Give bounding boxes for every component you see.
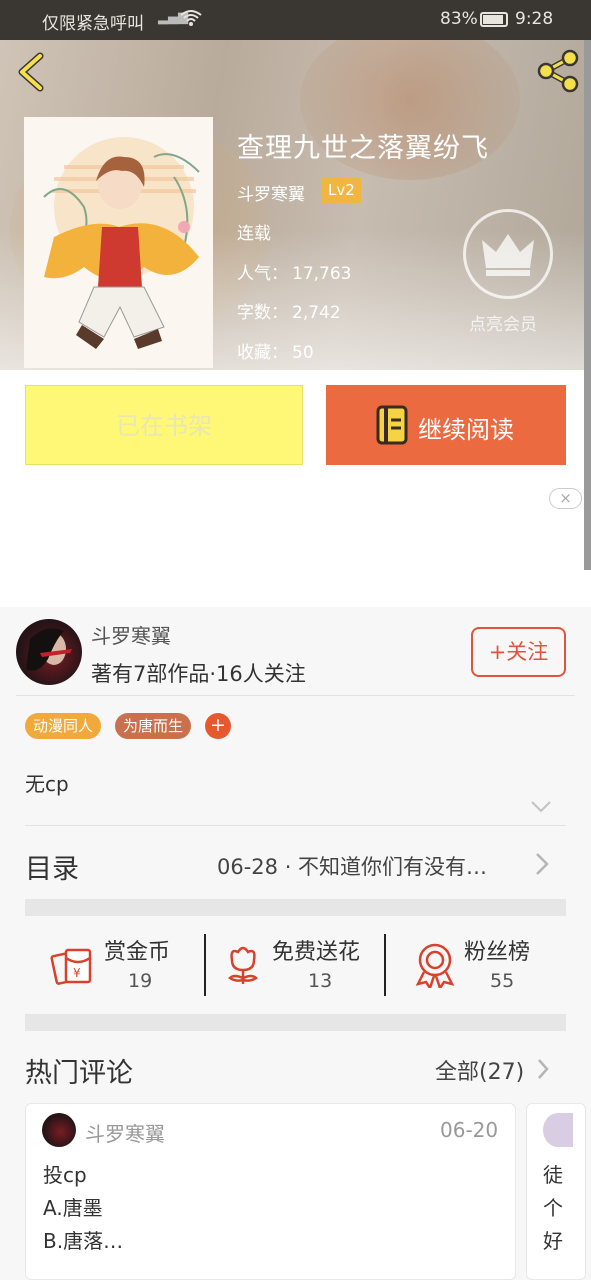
comment-text-line: 投cp	[43, 1163, 87, 1187]
section-separator	[25, 899, 566, 916]
ad-banner-area	[0, 482, 584, 607]
book-title: 查理九世之落翼纷飞	[237, 133, 489, 164]
comment-text-line: 好	[543, 1229, 563, 1253]
book-status: 连载	[237, 224, 271, 244]
comment-user-avatar[interactable]	[543, 1113, 573, 1147]
book-icon	[376, 405, 408, 445]
author-level-badge: Lv2	[322, 178, 361, 203]
svg-text:¥: ¥	[73, 966, 81, 980]
send-flower-label: 免费送花	[272, 940, 361, 965]
fan-ranking-label: 粉丝榜	[464, 940, 531, 965]
book-description: 无cp	[25, 772, 69, 796]
comment-date: 06-20	[440, 1118, 499, 1142]
book-author[interactable]: 斗罗寒翼	[237, 180, 305, 205]
fan-ranking-value: 55	[490, 970, 515, 992]
hot-comments-title: 热门评论	[25, 1058, 133, 1089]
author-avatar[interactable]	[16, 619, 82, 685]
favorites-label: 收藏：	[237, 343, 288, 363]
comment-user-name[interactable]: 斗罗寒翼	[85, 1118, 165, 1147]
back-arrow-icon[interactable]	[12, 50, 52, 94]
stat-divider	[384, 934, 386, 996]
tag-label: 为唐而生	[123, 717, 184, 735]
send-flower-value: 13	[308, 970, 333, 992]
tag-chip[interactable]: 为唐而生	[115, 713, 192, 739]
book-word-count: 字数： 2,742	[237, 298, 341, 323]
toc-title[interactable]: 目录	[25, 847, 79, 886]
reward-coins-button[interactable]: ¥ 赏金币 19	[50, 934, 190, 998]
popularity-label: 人气：	[237, 264, 288, 284]
divider	[16, 695, 575, 696]
tag-label: 动漫同人	[33, 717, 94, 735]
ad-close-button[interactable]: ×	[549, 488, 582, 509]
reward-coins-value: 19	[128, 970, 153, 992]
book-favorites: 收藏： 50	[237, 338, 314, 363]
battery-percent: 83%	[440, 9, 478, 29]
wifi-icon	[180, 10, 202, 26]
stat-divider	[204, 934, 206, 996]
toc-latest-chapter[interactable]: 06-28 · 不知道你们有没有…	[217, 851, 487, 881]
crown-icon	[482, 234, 534, 276]
clock: 9:28	[515, 9, 554, 29]
continue-reading-button[interactable]: 继续阅读	[326, 385, 566, 465]
comment-text-line: B.唐落…	[43, 1229, 124, 1253]
author-name[interactable]: 斗罗寒翼	[91, 620, 171, 649]
favorites-value: 50	[292, 343, 314, 363]
word-count-label: 字数：	[237, 303, 288, 323]
reward-coins-label: 赏金币	[104, 940, 171, 965]
battery-icon	[480, 12, 508, 27]
book-popularity: 人气： 17,763	[237, 259, 351, 284]
chevron-right-icon[interactable]	[536, 1058, 550, 1080]
scrollbar[interactable]	[584, 40, 591, 570]
tag-chip[interactable]: 动漫同人	[25, 713, 102, 739]
popularity-value: 17,763	[292, 264, 352, 284]
follow-button[interactable]: +关注	[471, 627, 566, 677]
comment-text-line: 个	[543, 1196, 563, 1220]
carrier-text: 仅限紧急呼叫	[42, 14, 144, 34]
vip-label[interactable]: 点亮会员	[469, 310, 537, 335]
section-separator	[25, 1014, 566, 1031]
flower-icon	[228, 946, 258, 984]
status-bar: 仅限紧急呼叫 ▂▄▆ 83% 9:28	[0, 0, 591, 40]
add-tag-button[interactable]: +	[205, 713, 231, 739]
comment-text-line: 徒	[543, 1163, 563, 1187]
comment-user-avatar[interactable]	[42, 1113, 76, 1147]
chevron-right-icon[interactable]	[534, 852, 550, 876]
author-stats: 著有7部作品·16人关注	[91, 662, 306, 686]
word-count-value: 2,742	[292, 303, 341, 323]
red-envelope-icon: ¥	[50, 948, 92, 985]
continue-reading-label: 继续阅读	[418, 416, 514, 444]
book-cover-image[interactable]	[24, 117, 213, 368]
medal-icon	[415, 943, 455, 988]
divider	[25, 825, 566, 826]
chevron-down-icon[interactable]	[530, 800, 552, 814]
share-icon[interactable]	[534, 48, 582, 94]
fan-ranking-button[interactable]: 粉丝榜 55	[414, 934, 554, 998]
send-flower-button[interactable]: 免费送花 13	[224, 934, 374, 998]
comment-text-line: A.唐墨	[43, 1196, 103, 1220]
vip-crown-button[interactable]	[463, 209, 553, 299]
in-bookshelf-button[interactable]: 已在书架	[25, 385, 303, 465]
all-comments-link[interactable]: 全部(27)	[435, 1054, 524, 1086]
